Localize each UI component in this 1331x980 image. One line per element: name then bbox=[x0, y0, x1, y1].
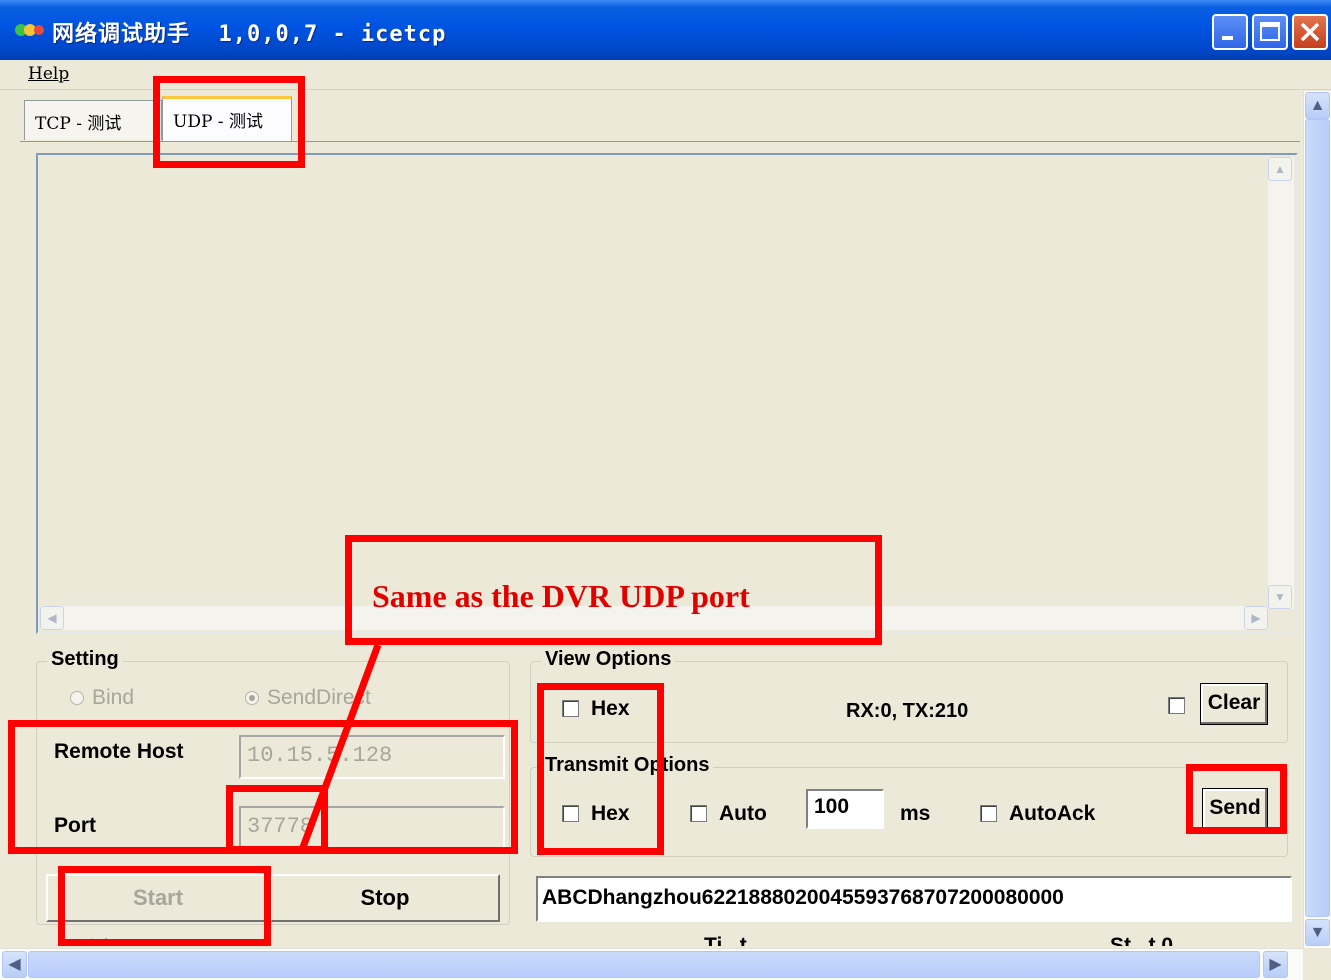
checkbox-icon bbox=[980, 805, 997, 822]
window-vertical-scrollbar[interactable]: ▲ ▼ bbox=[1303, 91, 1331, 948]
scroll-down-icon[interactable]: ▼ bbox=[1268, 585, 1292, 609]
scroll-left-icon[interactable]: ◀ bbox=[40, 606, 64, 630]
annotation-box-start bbox=[58, 866, 271, 946]
menu-help[interactable]: Help bbox=[28, 64, 69, 84]
maximize-icon bbox=[1260, 22, 1280, 41]
clear-checkbox[interactable] bbox=[1168, 694, 1197, 718]
bind-label: Bind bbox=[92, 686, 135, 709]
stop-button[interactable]: Stop bbox=[270, 874, 500, 922]
rx-tx-counter: RX:0, TX:210 bbox=[846, 700, 969, 722]
clear-button[interactable]: Clear bbox=[1200, 683, 1268, 725]
interval-field[interactable]: 100 bbox=[806, 789, 884, 829]
autoack-checkbox[interactable]: AutoAck bbox=[980, 802, 1095, 826]
annotation-box-udp-tab bbox=[153, 76, 305, 168]
senddirect-radio[interactable]: SendDirect bbox=[245, 686, 371, 710]
annotation-box-port bbox=[226, 785, 328, 853]
auto-checkbox[interactable]: Auto bbox=[690, 802, 767, 826]
scroll-left-icon[interactable]: ◀ bbox=[2, 951, 27, 978]
annotation-box-send bbox=[1186, 764, 1287, 834]
checkbox-icon bbox=[1168, 697, 1185, 714]
receive-vertical-scrollbar[interactable]: ▲ ▼ bbox=[1268, 157, 1294, 609]
title-bar[interactable]: 网络调试助手 1,0,0,7 - icetcp bbox=[0, 0, 1331, 60]
scroll-right-icon[interactable]: ▶ bbox=[1263, 951, 1288, 978]
window-horizontal-scrollbar[interactable]: ◀ ▶ bbox=[0, 948, 1303, 980]
send-text-field[interactable]: ABCDhangzhou6221888020045593768707200080… bbox=[536, 876, 1292, 922]
app-icon bbox=[15, 24, 44, 36]
annotation-callout-text: Same as the DVR UDP port bbox=[372, 578, 750, 614]
setting-title: Setting bbox=[47, 648, 123, 671]
auto-label: Auto bbox=[719, 802, 767, 825]
vertical-scroll-thumb[interactable] bbox=[1305, 119, 1330, 917]
status-state: St...t 0 bbox=[1110, 934, 1174, 946]
autoack-label: AutoAck bbox=[1009, 802, 1096, 825]
annotation-box-hex-options bbox=[537, 683, 664, 855]
scroll-up-icon[interactable]: ▲ bbox=[1268, 157, 1292, 181]
scroll-down-icon[interactable]: ▼ bbox=[1305, 919, 1330, 946]
checkbox-icon bbox=[690, 805, 707, 822]
maximize-button[interactable] bbox=[1252, 14, 1288, 50]
minimize-icon bbox=[1222, 36, 1233, 40]
horizontal-scroll-thumb[interactable] bbox=[28, 951, 1260, 978]
radio-dot-icon bbox=[70, 691, 84, 706]
radio-dot-selected-icon bbox=[245, 691, 259, 706]
scroll-up-icon[interactable]: ▲ bbox=[1305, 92, 1330, 119]
status-timer: Ti...t bbox=[704, 934, 747, 946]
senddirect-label: SendDirect bbox=[267, 686, 371, 709]
window-title: 网络调试助手 1,0,0,7 - icetcp bbox=[52, 22, 447, 47]
minimize-button[interactable] bbox=[1212, 14, 1248, 50]
scroll-right-icon[interactable]: ▶ bbox=[1244, 606, 1268, 630]
ms-label: ms bbox=[900, 802, 931, 825]
bind-radio[interactable]: Bind bbox=[70, 686, 134, 710]
tab-tcp[interactable]: TCP - 测试 bbox=[24, 100, 162, 140]
close-icon bbox=[1300, 22, 1320, 42]
resize-grip-icon[interactable] bbox=[1304, 949, 1331, 980]
view-options-title: View Options bbox=[541, 648, 676, 671]
close-button[interactable] bbox=[1292, 14, 1328, 50]
